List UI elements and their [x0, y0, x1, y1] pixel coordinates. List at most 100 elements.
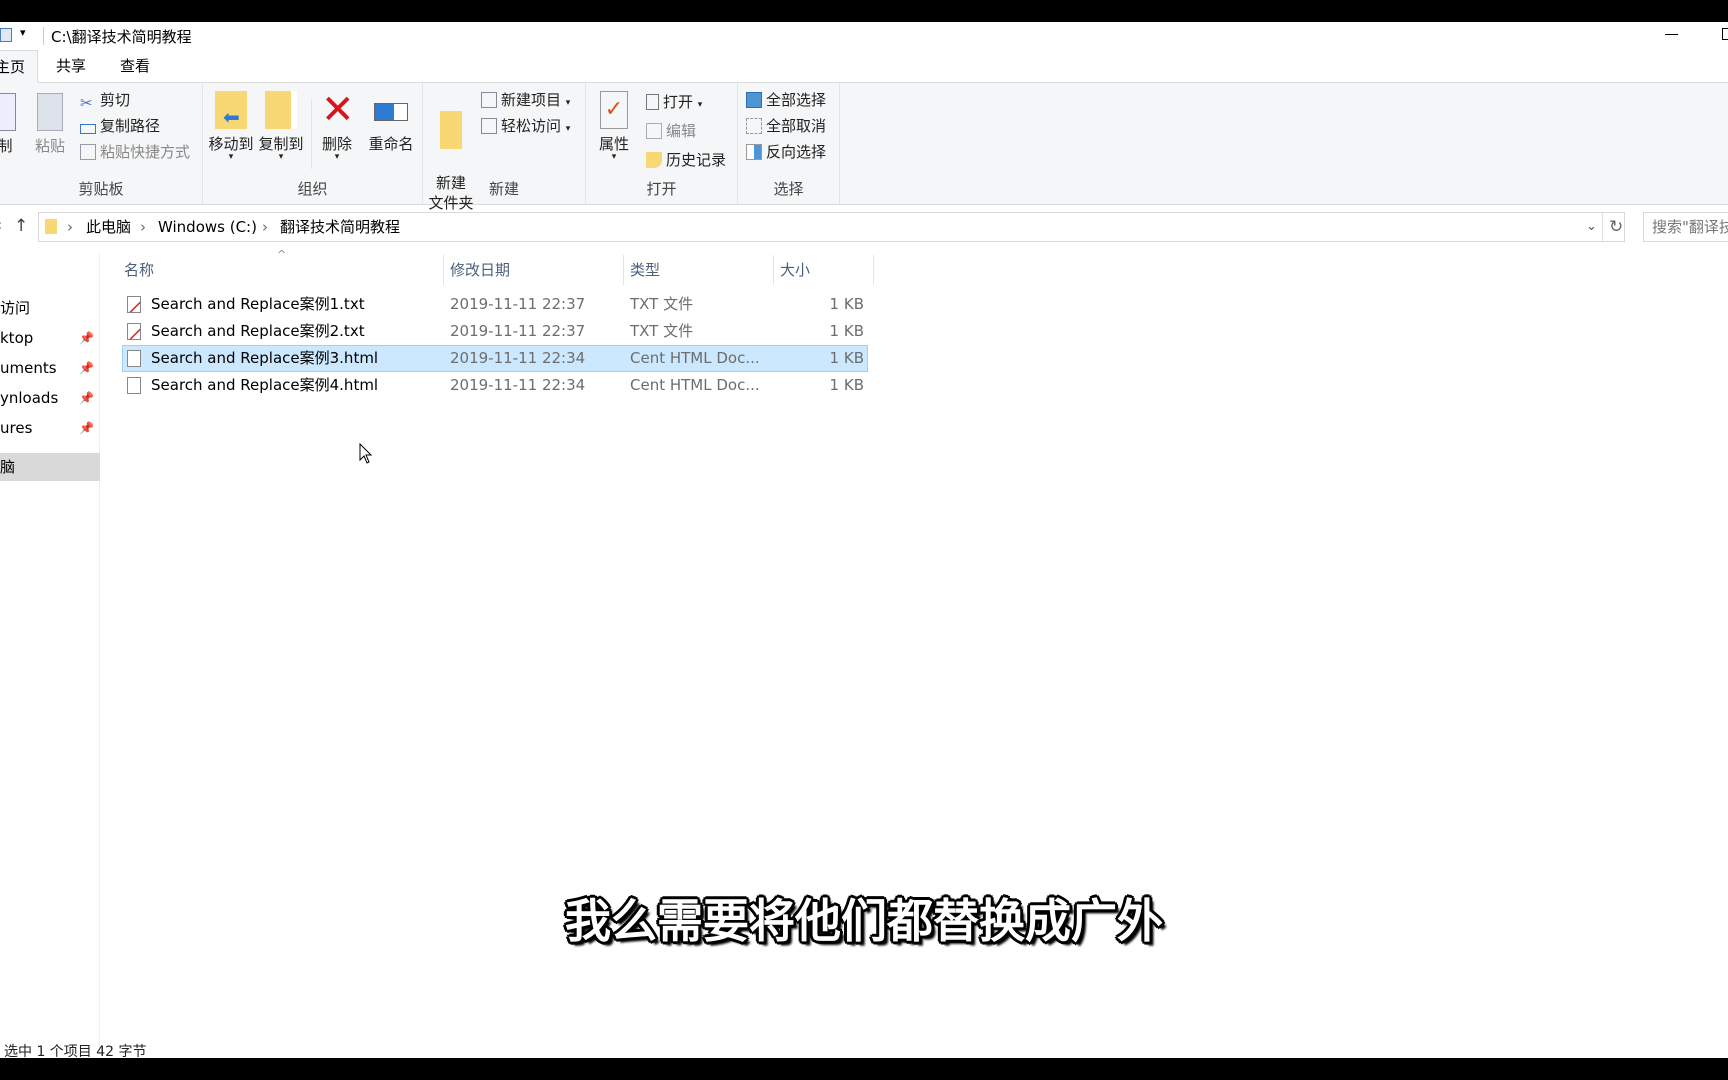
search-input[interactable]: 搜索"翻译技 — [1643, 212, 1728, 242]
customize-toolbar-icon[interactable]: ▾ — [20, 26, 26, 39]
new-item-icon — [481, 92, 497, 108]
invert-selection-label: 反向选择 — [766, 143, 827, 161]
new-item-label: 新建项目 — [501, 91, 562, 109]
edit-button[interactable]: 编辑 — [646, 119, 696, 143]
sidebar-item-this-pc[interactable]: 脑 — [0, 453, 100, 481]
chevron-down-icon[interactable]: ⌄ — [1586, 213, 1597, 241]
easy-access-label: 轻松访问 — [501, 117, 562, 135]
column-header-date[interactable]: 修改日期 — [450, 255, 510, 285]
new-folder-icon — [440, 111, 462, 149]
new-group-label: 新建 — [488, 180, 519, 198]
select-group-label: 选择 — [773, 180, 804, 198]
delete-button[interactable]: ✕ 删除 ▾ — [317, 90, 357, 162]
video-subtitle: 我么需要将他们都替换成广外 — [565, 894, 1163, 948]
column-divider[interactable] — [873, 255, 874, 285]
minimize-icon[interactable] — [1665, 34, 1678, 35]
sidebar-item-label: ures — [0, 419, 33, 437]
txt-file-icon — [127, 296, 141, 313]
file-date: 2019-11-11 22:34 — [450, 376, 586, 394]
sidebar-item-downloads[interactable]: ynloads 📌 — [0, 384, 100, 412]
paste-button[interactable]: 粘贴 — [32, 93, 68, 156]
file-row[interactable]: Search and Replace案例4.html 2019-11-11 22… — [122, 372, 868, 399]
column-header-type[interactable]: 类型 — [630, 255, 660, 285]
history-button[interactable]: 历史记录 — [646, 148, 726, 172]
open-label: 打开 — [663, 93, 694, 111]
back-arrow-icon[interactable]: ‹ — [0, 216, 2, 234]
tab-home[interactable]: 主页 — [0, 50, 38, 84]
file-row[interactable]: Search and Replace案例2.txt 2019-11-11 22:… — [122, 318, 868, 345]
breadcrumb-this-pc[interactable]: 此电脑 — [86, 213, 131, 241]
invert-selection-button[interactable]: 反向选择 — [746, 140, 826, 164]
edit-icon — [646, 123, 662, 139]
window-title: C:\翻译技术简明教程 — [51, 28, 192, 46]
new-group: 新建 文件夹 新建项目 ▾ 轻松访问 ▾ 新建 — [423, 83, 586, 212]
file-type: Cent HTML Doc... — [630, 349, 760, 367]
title-bar: ▾ C:\翻译技术简明教程 — [0, 22, 1728, 50]
address-bar[interactable]: › 此电脑 › Windows (C:) › 翻译技术简明教程 ⌄ ↻ — [38, 212, 1625, 242]
file-name: Search and Replace案例4.html — [151, 376, 379, 394]
paste-shortcut-button[interactable]: 粘贴快捷方式 — [80, 140, 190, 164]
sidebar-item-desktop[interactable]: ktop 📌 — [0, 324, 100, 352]
select-none-button[interactable]: 全部取消 — [746, 114, 826, 138]
column-header-size[interactable]: 大小 — [780, 255, 810, 285]
breadcrumb-c-drive[interactable]: Windows (C:) — [158, 213, 257, 241]
file-type: TXT 文件 — [630, 322, 694, 340]
cut-button[interactable]: ✂ 剪切 — [80, 88, 130, 112]
column-divider[interactable] — [773, 255, 774, 285]
easy-access-button[interactable]: 轻松访问 ▾ — [481, 114, 570, 138]
copy-button[interactable]: 制 — [0, 93, 20, 156]
sidebar-item-documents[interactable]: uments 📌 — [0, 354, 100, 382]
up-arrow-icon[interactable]: ↑ — [14, 216, 28, 236]
pin-icon: 📌 — [79, 391, 94, 405]
file-date: 2019-11-11 22:37 — [450, 322, 586, 340]
copy-to-label: 复制到 — [258, 135, 304, 153]
mouse-cursor-icon — [359, 443, 373, 464]
open-file-icon — [646, 94, 659, 110]
file-row[interactable]: Search and Replace案例1.txt 2019-11-11 22:… — [122, 291, 868, 318]
file-date: 2019-11-11 22:37 — [450, 295, 586, 313]
breadcrumb-folder[interactable]: 翻译技术简明教程 — [280, 213, 400, 241]
easy-access-icon — [481, 118, 497, 134]
open-group-label: 打开 — [646, 180, 677, 198]
history-label: 历史记录 — [666, 151, 727, 169]
open-button[interactable]: 打开 ▾ — [646, 90, 702, 114]
file-size: 1 KB — [829, 376, 864, 394]
clipboard-group-label: 剪贴板 — [78, 180, 124, 198]
select-all-icon — [746, 92, 762, 108]
column-header-name[interactable]: 名称 — [124, 255, 154, 285]
select-group: 全部选择 全部取消 反向选择 选择 — [738, 83, 840, 205]
move-to-button[interactable]: ⬅ 移动到 ▾ — [207, 91, 255, 162]
clipboard-group: 制 粘贴 ✂ 剪切 复制路径 粘贴快捷方式 剪贴板 — [0, 83, 203, 205]
maximize-icon[interactable] — [1722, 28, 1728, 40]
sidebar-item-quick-access[interactable]: 访问 — [0, 294, 100, 322]
invert-selection-icon — [746, 144, 762, 160]
select-all-button[interactable]: 全部选择 — [746, 88, 826, 112]
refresh-icon[interactable]: ↻ — [1609, 213, 1623, 241]
quick-access-toolbar-icon[interactable] — [0, 28, 12, 42]
new-item-button[interactable]: 新建项目 ▾ — [481, 88, 570, 112]
html-file-icon — [127, 350, 141, 367]
tab-view[interactable]: 查看 — [112, 50, 158, 83]
divider — [43, 27, 44, 45]
file-name: Search and Replace案例2.txt — [151, 322, 365, 340]
file-date: 2019-11-11 22:34 — [450, 349, 586, 367]
properties-button[interactable]: ✓ 属性 ▾ — [594, 91, 634, 162]
column-divider[interactable] — [443, 255, 444, 285]
folder-icon — [45, 219, 57, 234]
file-row-selected[interactable]: Search and Replace案例3.html 2019-11-11 22… — [122, 345, 868, 372]
sidebar-item-pictures[interactable]: ures 📌 — [0, 414, 100, 442]
chevron-right-icon: › — [262, 218, 268, 236]
delete-label: 删除 — [321, 135, 352, 153]
copy-label: 制 — [0, 137, 13, 155]
copy-path-icon — [80, 124, 96, 134]
select-none-label: 全部取消 — [766, 117, 827, 135]
txt-file-icon — [127, 323, 141, 340]
properties-check-icon: ✓ — [600, 91, 628, 129]
rename-button[interactable]: 重命名 — [363, 91, 419, 154]
edit-label: 编辑 — [666, 122, 697, 140]
copy-path-button[interactable]: 复制路径 — [80, 114, 160, 138]
sidebar-item-label: ynloads — [0, 389, 59, 407]
tab-share[interactable]: 共享 — [48, 50, 94, 83]
column-divider[interactable] — [623, 255, 624, 285]
copy-to-button[interactable]: 复制到 ▾ — [257, 91, 305, 162]
